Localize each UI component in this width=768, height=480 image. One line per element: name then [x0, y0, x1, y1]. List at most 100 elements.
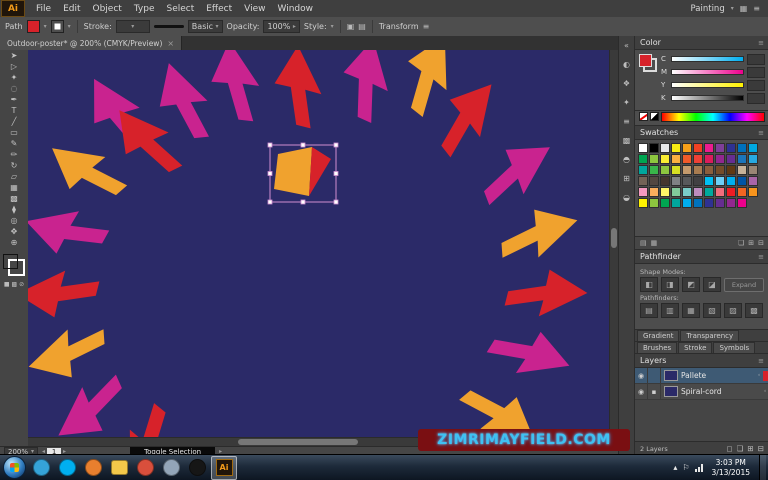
show-desktop-button[interactable] — [759, 455, 766, 480]
channel-value-input[interactable] — [747, 66, 765, 78]
swatch[interactable] — [660, 165, 670, 175]
lock-toggle-icon[interactable] — [648, 368, 661, 383]
swatch[interactable] — [660, 198, 670, 208]
intersect-icon[interactable]: ◩ — [682, 277, 700, 292]
swatch[interactable] — [671, 176, 681, 186]
selection-handle[interactable] — [333, 199, 339, 205]
channel-slider[interactable] — [671, 95, 744, 101]
gradient-button[interactable]: ▩ — [11, 281, 17, 288]
expand-button[interactable]: Expand — [724, 277, 764, 292]
arrow-shape[interactable] — [504, 269, 588, 317]
channel-slider[interactable] — [671, 69, 744, 75]
swatch[interactable] — [748, 187, 758, 197]
menu-view[interactable]: View — [238, 4, 271, 14]
action-center-icon[interactable]: ⚐ — [682, 463, 689, 472]
menu-type[interactable]: Type — [128, 4, 161, 14]
swatch[interactable] — [638, 165, 648, 175]
transparency-panel-icon[interactable]: ◓ — [619, 153, 634, 166]
steam-icon[interactable] — [159, 457, 183, 479]
illustrator-icon[interactable]: Ai — [211, 455, 237, 480]
trim-icon[interactable]: ▥ — [661, 303, 679, 318]
swatch[interactable] — [704, 143, 714, 153]
arrow-shape[interactable] — [274, 50, 322, 129]
swatch-libraries-icon[interactable]: ▤ — [640, 239, 647, 247]
swatch[interactable] — [660, 176, 670, 186]
swatch[interactable] — [726, 198, 736, 208]
selection-handle[interactable] — [300, 142, 306, 148]
color-spectrum[interactable] — [661, 111, 765, 122]
menu-window[interactable]: Window — [272, 4, 320, 14]
channel-slider[interactable] — [671, 82, 744, 88]
arrow-shape[interactable] — [469, 128, 564, 214]
channel-value-input[interactable] — [747, 79, 765, 91]
appearance-icon[interactable]: ◐ — [619, 58, 634, 71]
swatch[interactable] — [682, 198, 692, 208]
exclude-icon[interactable]: ◪ — [703, 277, 721, 292]
crop-icon[interactable]: ▧ — [703, 303, 721, 318]
swatch[interactable] — [682, 165, 692, 175]
layer-name[interactable]: Pallete — [681, 371, 757, 380]
layer-row[interactable]: ◉ ▪ Spiral-cord ◦ — [635, 384, 768, 400]
selection-handle[interactable] — [267, 199, 273, 205]
swatch[interactable] — [682, 187, 692, 197]
arrow-shape[interactable] — [453, 371, 547, 438]
line-tool[interactable]: ╱ — [2, 116, 26, 127]
unite-icon[interactable]: ◧ — [640, 277, 658, 292]
swatch[interactable] — [715, 176, 725, 186]
stroke-weight-input[interactable]: ▾ — [115, 20, 150, 33]
mesh-tool[interactable]: ▦ — [2, 182, 26, 193]
gradient-panel-icon[interactable]: ▩ — [619, 134, 634, 147]
swatch[interactable] — [704, 154, 714, 164]
swatch[interactable] — [693, 187, 703, 197]
chevron-down-icon[interactable]: ▾ — [731, 5, 734, 12]
symbols-panel-icon[interactable]: ✦ — [619, 96, 634, 109]
swatch[interactable] — [704, 198, 714, 208]
selected-orange-shape[interactable] — [274, 147, 312, 196]
swatch[interactable] — [638, 143, 648, 153]
arrow-shape[interactable] — [28, 199, 112, 266]
swatch[interactable] — [693, 176, 703, 186]
direct-selection-tool[interactable]: ▷ — [2, 61, 26, 72]
swatch[interactable] — [737, 165, 747, 175]
stroke-color-chip[interactable] — [50, 20, 64, 33]
layer-target-icon[interactable]: ◦ — [763, 388, 767, 395]
tab-brushes[interactable]: Brushes — [637, 342, 678, 353]
panel-menu-icon[interactable]: ≡ — [758, 129, 764, 137]
tab-symbols[interactable]: Symbols — [713, 342, 756, 353]
delete-layer-icon[interactable]: ⊟ — [758, 444, 764, 453]
layer-target-icon[interactable]: ◦ — [757, 372, 761, 379]
swatch[interactable] — [704, 176, 714, 186]
swatch[interactable] — [715, 198, 725, 208]
swatch[interactable] — [737, 176, 747, 186]
pathfinder-panel-icon[interactable]: ◒ — [619, 191, 634, 204]
hand-tool[interactable]: ✥ — [2, 226, 26, 237]
swatch[interactable] — [671, 198, 681, 208]
selection-handle[interactable] — [333, 142, 339, 148]
merge-icon[interactable]: ▦ — [682, 303, 700, 318]
chevron-down-icon[interactable]: ▾ — [68, 23, 71, 30]
channel-slider[interactable] — [671, 56, 744, 62]
swatch[interactable] — [682, 143, 692, 153]
opacity-input[interactable]: 100% ▸ — [263, 20, 300, 33]
swatch[interactable] — [682, 176, 692, 186]
collapse-panels-icon[interactable]: « — [619, 39, 634, 52]
rectangle-tool[interactable]: ▭ — [2, 127, 26, 138]
swatch[interactable] — [748, 143, 758, 153]
gradient-tool[interactable]: ▩ — [2, 193, 26, 204]
chrome-icon[interactable] — [133, 457, 157, 479]
minus-back-icon[interactable]: ▩ — [745, 303, 763, 318]
close-icon[interactable]: × — [167, 39, 174, 48]
blend-tool[interactable]: ◎ — [2, 215, 26, 226]
swatch[interactable] — [660, 154, 670, 164]
selection-handle[interactable] — [267, 142, 273, 148]
pen-tool[interactable]: ✒ — [2, 94, 26, 105]
swatch[interactable] — [748, 165, 758, 175]
swatch[interactable] — [682, 154, 692, 164]
network-icon[interactable] — [694, 463, 703, 472]
menu-effect[interactable]: Effect — [200, 4, 238, 14]
swatch[interactable] — [638, 154, 648, 164]
hidden-icons-chevron[interactable]: ▴ — [673, 463, 677, 472]
brush-preview[interactable] — [153, 25, 184, 28]
new-sublayer-icon[interactable]: ❏ — [737, 444, 744, 453]
arrow-shape[interactable] — [109, 399, 186, 438]
